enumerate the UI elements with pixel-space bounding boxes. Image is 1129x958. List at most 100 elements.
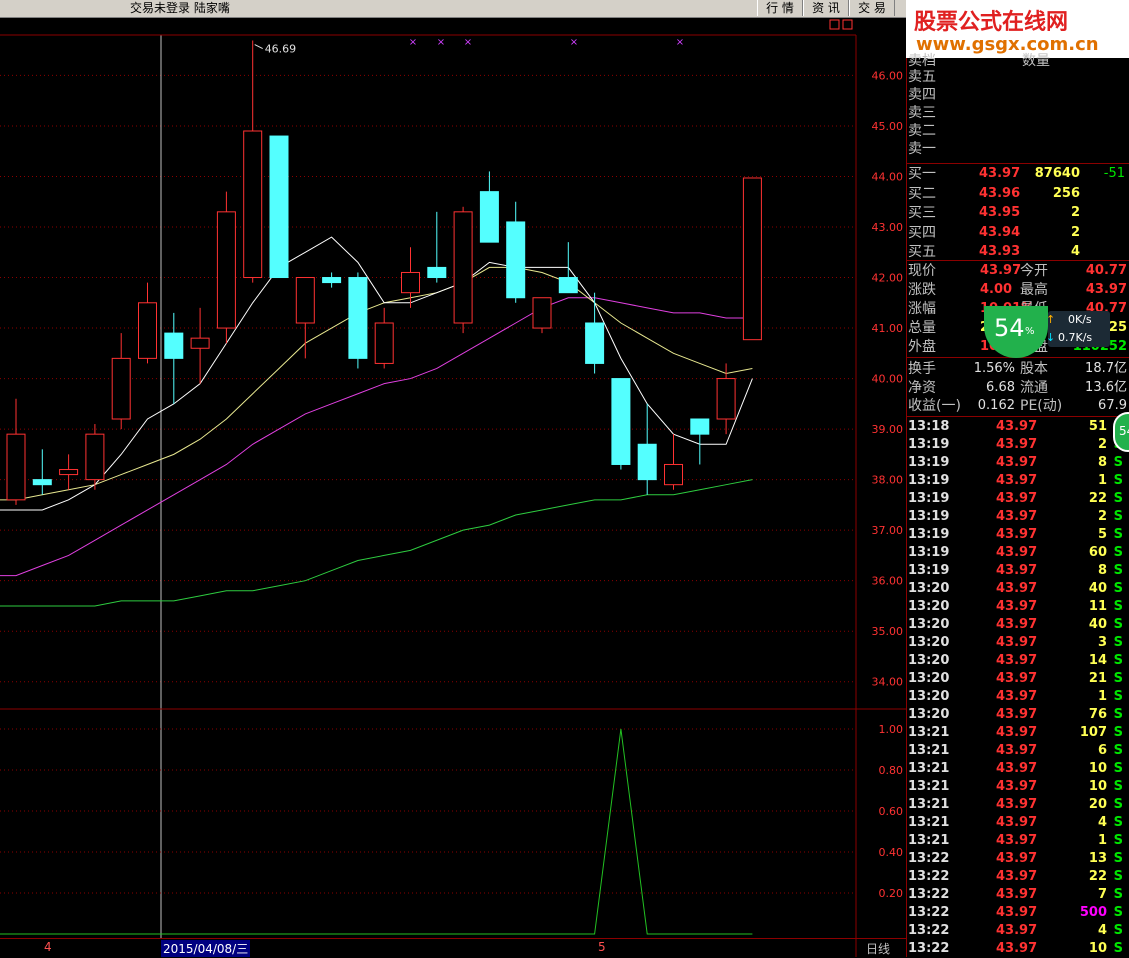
tick-row[interactable]: 13:22 43.97 10 S [906, 940, 1129, 958]
event-marker-icon: × [437, 37, 445, 48]
tick-price: 43.97 [996, 635, 1038, 650]
quote-label-2: 最高 [1020, 282, 1048, 298]
sell-row[interactable]: 卖四 [906, 86, 1129, 104]
tick-side: S [1113, 563, 1123, 578]
candle-body [558, 277, 578, 294]
tick-row[interactable]: 13:20 43.97 14 S [906, 652, 1129, 670]
tick-row[interactable]: 13:20 43.97 11 S [906, 598, 1129, 616]
candle-body [111, 357, 131, 420]
tick-time: 13:22 [908, 941, 950, 956]
tick-side: S [1113, 797, 1123, 812]
tick-row[interactable]: 13:20 43.97 40 S [906, 580, 1129, 598]
sell-label: 卖二 [908, 123, 936, 139]
tick-volume: 1 [1097, 473, 1107, 488]
tick-row[interactable]: 13:21 43.97 20 S [906, 796, 1129, 814]
tick-row[interactable]: 13:21 43.97 1 S [906, 832, 1129, 850]
tick-price: 43.97 [996, 725, 1038, 740]
sell-label: 卖五 [908, 69, 936, 85]
tick-time: 13:20 [908, 689, 950, 704]
upload-icon: ↑ [1046, 313, 1056, 326]
tick-row[interactable]: 13:20 43.97 21 S [906, 670, 1129, 688]
candle-body [295, 277, 315, 324]
kline-chart[interactable]: 46.0045.0044.0043.0042.0041.0040.0039.00… [0, 17, 906, 957]
tick-time: 13:19 [908, 491, 950, 506]
tick-row[interactable]: 13:22 43.97 500 S [906, 904, 1129, 922]
candle-body [190, 337, 210, 349]
tick-row[interactable]: 13:22 43.97 4 S [906, 922, 1129, 940]
tick-row[interactable]: 13:20 43.97 1 S [906, 688, 1129, 706]
tick-price: 43.97 [996, 599, 1038, 614]
tick-time: 13:22 [908, 869, 950, 884]
sell-row[interactable]: 卖二 [906, 122, 1129, 140]
period-label[interactable]: 日线 [866, 940, 890, 957]
finance-row: 净资 6.68 流通 13.6亿 [906, 379, 1129, 397]
tick-row[interactable]: 13:21 43.97 107 S [906, 724, 1129, 742]
tick-row[interactable]: 13:19 43.97 2 S [906, 436, 1129, 454]
tick-volume: 8 [1097, 455, 1107, 470]
tick-price: 43.97 [996, 455, 1038, 470]
price-tick: 43.00 [872, 221, 904, 234]
candle-body [164, 332, 184, 359]
tick-volume: 10 [1088, 779, 1107, 794]
tick-time: 13:21 [908, 779, 950, 794]
finance-label: 收益(一) [908, 398, 961, 414]
tick-time: 13:20 [908, 617, 950, 632]
tick-price: 43.97 [996, 473, 1038, 488]
buy-row[interactable]: 买二 43.96 256 [906, 185, 1129, 203]
tick-row[interactable]: 13:22 43.97 22 S [906, 868, 1129, 886]
tick-side: S [1113, 761, 1123, 776]
buy-row[interactable]: 买四 43.94 2 [906, 224, 1129, 242]
sell-row[interactable]: 卖一 [906, 140, 1129, 158]
edge-speed-badge[interactable]: 54 [1113, 412, 1129, 452]
tick-side: S [1113, 815, 1123, 830]
sell-row[interactable]: 卖五 [906, 68, 1129, 86]
candle-body [690, 418, 710, 435]
tick-row[interactable]: 13:22 43.97 13 S [906, 850, 1129, 868]
tick-row[interactable]: 13:19 43.97 1 S [906, 472, 1129, 490]
tab-trade[interactable]: 交 易 [849, 0, 895, 16]
tick-side: S [1113, 581, 1123, 596]
tick-volume: 3 [1097, 635, 1107, 650]
tick-row[interactable]: 13:19 43.97 8 S [906, 454, 1129, 472]
tick-row[interactable]: 13:20 43.97 3 S [906, 634, 1129, 652]
maximize-icon [842, 19, 853, 30]
tick-row[interactable]: 13:19 43.97 5 S [906, 526, 1129, 544]
candle-body [742, 177, 762, 341]
finance-row: 收益(一) 0.162 PE(动) 67.9 [906, 397, 1129, 415]
tick-row[interactable]: 13:22 43.97 7 S [906, 886, 1129, 904]
tick-side: S [1113, 653, 1123, 668]
price-tick: 34.00 [872, 676, 904, 689]
tab-quotes[interactable]: 行 情 [757, 0, 803, 16]
tick-side: S [1113, 851, 1123, 866]
buy-row[interactable]: 买一 43.97 87640 -51 [906, 165, 1129, 183]
buy-row[interactable]: 买五 43.93 4 [906, 243, 1129, 261]
buy-volume: 256 [1052, 185, 1080, 201]
indicator-tick: 0.40 [879, 846, 904, 859]
sell-row[interactable]: 卖三 [906, 104, 1129, 122]
tick-price: 43.97 [996, 761, 1038, 776]
tab-news[interactable]: 资 讯 [803, 0, 849, 16]
buy-row[interactable]: 买三 43.95 2 [906, 204, 1129, 222]
buy-volume: 2 [1070, 224, 1080, 240]
sell-label: 卖四 [908, 87, 936, 103]
tick-volume: 14 [1088, 653, 1107, 668]
tick-side: S [1113, 743, 1123, 758]
speed-percent-unit: % [1025, 326, 1035, 337]
logo-title: 股票公式在线网 [914, 10, 1069, 35]
finance-label-2: PE(动) [1020, 398, 1063, 414]
tick-row[interactable]: 13:19 43.97 2 S [906, 508, 1129, 526]
tick-row[interactable]: 13:20 43.97 40 S [906, 616, 1129, 634]
candle-body [374, 322, 394, 364]
tick-row[interactable]: 13:19 43.97 8 S [906, 562, 1129, 580]
tick-row[interactable]: 13:21 43.97 10 S [906, 760, 1129, 778]
tick-row[interactable]: 13:20 43.97 76 S [906, 706, 1129, 724]
grid-lines [0, 35, 856, 938]
tick-row[interactable]: 13:21 43.97 4 S [906, 814, 1129, 832]
tick-volume: 51 [1088, 419, 1107, 434]
tick-row[interactable]: 13:21 43.97 6 S [906, 742, 1129, 760]
tick-row[interactable]: 13:21 43.97 10 S [906, 778, 1129, 796]
edge-speed-value: 54 [1119, 424, 1129, 438]
tick-row[interactable]: 13:18 43.97 51 [906, 418, 1129, 436]
tick-row[interactable]: 13:19 43.97 60 S [906, 544, 1129, 562]
tick-row[interactable]: 13:19 43.97 22 S [906, 490, 1129, 508]
